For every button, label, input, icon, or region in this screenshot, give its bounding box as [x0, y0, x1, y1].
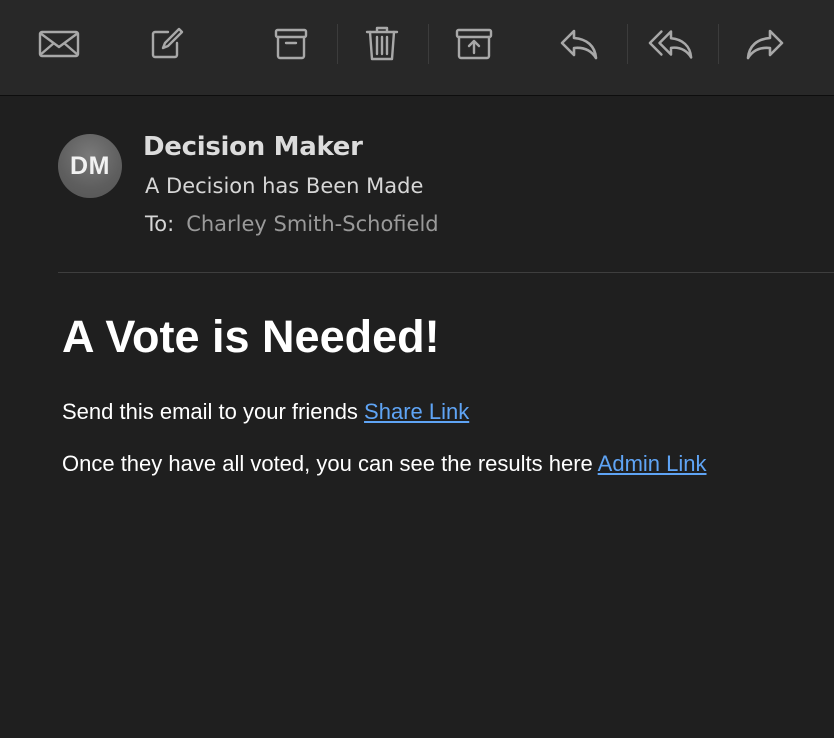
- to-label: To:: [145, 212, 175, 236]
- get-mail-button[interactable]: [36, 22, 82, 66]
- archive-box-icon: [274, 28, 308, 60]
- reply-all-button[interactable]: [648, 22, 694, 66]
- sender-name: Decision Maker: [143, 132, 363, 162]
- delete-button[interactable]: [359, 22, 405, 66]
- reply-button[interactable]: [556, 22, 602, 66]
- body-heading: A Vote is Needed!: [62, 311, 440, 362]
- envelope-icon: [38, 30, 80, 58]
- message-header: DM Decision Maker A Decision has Been Ma…: [0, 97, 834, 273]
- toolbar: [0, 0, 834, 96]
- compose-button[interactable]: [143, 22, 189, 66]
- toolbar-separator: [337, 24, 338, 64]
- share-link[interactable]: Share Link: [364, 399, 469, 424]
- header-divider: [58, 272, 834, 273]
- message-subject: A Decision has Been Made: [145, 174, 424, 198]
- move-to-junk-button[interactable]: [451, 22, 497, 66]
- forward-button[interactable]: [742, 22, 788, 66]
- reply-icon: [560, 29, 598, 60]
- body-paragraph-admin: Once they have all voted, you can see th…: [62, 450, 707, 478]
- reply-all-icon: [648, 30, 693, 59]
- admin-link[interactable]: Admin Link: [598, 451, 707, 476]
- recipient-row: To: Charley Smith-Schofield: [145, 212, 439, 236]
- toolbar-separator: [428, 24, 429, 64]
- trash-icon: [365, 26, 399, 61]
- recipient-name[interactable]: Charley Smith-Schofield: [186, 212, 438, 236]
- archive-button[interactable]: [268, 22, 314, 66]
- admin-text: Once they have all voted, you can see th…: [62, 451, 598, 476]
- toolbar-separator: [718, 24, 719, 64]
- share-text: Send this email to your friends: [62, 399, 365, 424]
- message-body: A Vote is Needed! Send this email to you…: [62, 310, 834, 476]
- compose-icon: [151, 27, 184, 59]
- junk-box-icon: [455, 28, 493, 60]
- body-paragraph-share: Send this email to your friends Share Li…: [62, 398, 469, 426]
- toolbar-separator: [627, 24, 628, 64]
- forward-icon: [746, 29, 784, 60]
- avatar: DM: [58, 134, 122, 198]
